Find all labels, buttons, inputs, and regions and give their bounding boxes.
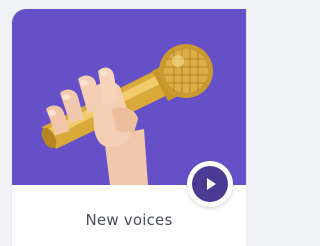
- card-thumbnail: [12, 9, 246, 185]
- play-button-circle: [192, 166, 228, 202]
- microphone-in-hand-illustration: [41, 44, 213, 185]
- play-button[interactable]: [187, 161, 233, 207]
- card-title[interactable]: New voices: [12, 211, 246, 229]
- play-icon: [207, 178, 216, 190]
- voice-card[interactable]: New voices: [12, 9, 246, 246]
